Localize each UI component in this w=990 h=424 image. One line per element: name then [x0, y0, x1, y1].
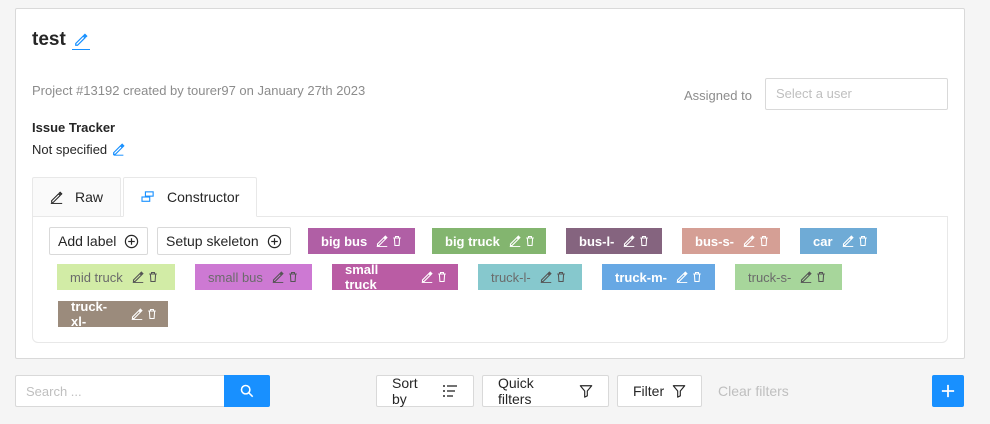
add-label-button[interactable]: Add label: [49, 227, 149, 255]
project-title: test: [32, 29, 66, 50]
assigned-to-label: Assigned to: [684, 88, 752, 103]
sort-icon: [442, 384, 458, 398]
edit-icon[interactable]: [540, 271, 552, 283]
setup-skeleton-button[interactable]: Setup skeleton: [157, 227, 291, 255]
sort-by-label: Sort by: [392, 375, 418, 407]
delete-icon[interactable]: [815, 271, 827, 283]
plus-circle-icon: [124, 234, 139, 249]
tab-raw-label: Raw: [75, 189, 104, 205]
project-meta: Project #13192 created by tourer97 on Ja…: [32, 83, 366, 98]
label-tag-name: big bus: [321, 233, 368, 249]
label-tag[interactable]: truck-s-: [735, 264, 842, 290]
tab-constructor-label: Constructor: [167, 189, 240, 205]
edit-icon[interactable]: [623, 235, 636, 247]
clear-filters-link[interactable]: Clear filters: [718, 383, 789, 399]
edit-icon[interactable]: [132, 271, 144, 283]
label-tag-name: car: [813, 233, 833, 249]
title-row: test: [32, 29, 90, 51]
edit-icon[interactable]: [743, 235, 755, 247]
label-tag[interactable]: bus-l-: [566, 228, 662, 254]
delete-icon[interactable]: [287, 271, 299, 283]
label-tag-name: bus-l-: [579, 233, 615, 249]
add-label-text: Add label: [58, 233, 117, 249]
edit-icon[interactable]: [800, 271, 813, 283]
label-tag-name: small truck: [345, 262, 379, 292]
tabs: Raw Constructor: [32, 177, 259, 217]
plus-icon: [941, 384, 955, 398]
edit-icon[interactable]: [509, 235, 521, 247]
filter-icon: [672, 384, 686, 398]
label-tag[interactable]: big truck: [432, 228, 546, 254]
edit-tracker-icon[interactable]: [112, 143, 125, 156]
quick-filters-button[interactable]: Quick filters: [482, 375, 609, 407]
label-tag-name: truck-xl-: [71, 299, 108, 329]
setup-skeleton-text: Setup skeleton: [166, 233, 259, 249]
label-tag-name: big truck: [445, 233, 500, 249]
assignee-select[interactable]: Select a user: [765, 78, 948, 110]
delete-icon[interactable]: [146, 308, 158, 320]
issue-tracker-text: Not specified: [32, 142, 108, 157]
search-input[interactable]: Search ...: [15, 375, 225, 407]
delete-icon[interactable]: [524, 235, 536, 247]
delete-icon[interactable]: [391, 235, 403, 247]
label-tag-name: truck-l-: [491, 269, 531, 285]
tab-raw[interactable]: Raw: [32, 177, 122, 217]
edit-icon[interactable]: [376, 235, 388, 247]
edit-icon[interactable]: [272, 271, 284, 283]
label-tag[interactable]: bus-s-: [682, 228, 780, 254]
label-tag[interactable]: big bus: [308, 228, 415, 254]
edit-icon[interactable]: [421, 271, 433, 283]
quick-filters-label: Quick filters: [498, 375, 534, 407]
add-button[interactable]: [932, 375, 964, 407]
plus-circle-icon: [267, 234, 282, 249]
delete-icon[interactable]: [147, 271, 159, 283]
project-card: test Project #13192 created by tourer97 …: [15, 8, 965, 359]
search-icon: [240, 384, 254, 398]
filter-label: Filter: [633, 383, 665, 399]
delete-icon[interactable]: [555, 271, 567, 283]
label-tag-name: mid truck: [70, 269, 123, 285]
label-tag[interactable]: truck-l-: [478, 264, 582, 290]
label-tag-name: truck-s-: [748, 269, 792, 285]
edit-icon: [50, 190, 63, 204]
delete-icon[interactable]: [638, 235, 650, 247]
label-tag[interactable]: truck-xl-: [58, 299, 168, 329]
issue-tracker-label: Issue Tracker: [32, 120, 116, 135]
label-tag[interactable]: small bus: [195, 264, 312, 290]
label-tag[interactable]: mid truck: [57, 264, 175, 290]
edit-icon[interactable]: [842, 235, 854, 247]
delete-icon[interactable]: [857, 235, 869, 247]
label-tag-name: bus-s-: [695, 233, 734, 249]
issue-tracker-value: Not specified: [32, 142, 125, 157]
label-tag[interactable]: truck-m-: [602, 264, 715, 290]
label-tag-name: small bus: [208, 269, 263, 285]
filter-button[interactable]: Filter: [617, 375, 702, 407]
edit-title-icon[interactable]: [71, 30, 90, 50]
edit-icon[interactable]: [676, 271, 688, 283]
search-button[interactable]: [224, 375, 270, 407]
label-tag-name: truck-m-: [615, 269, 668, 285]
sort-by-button[interactable]: Sort by: [376, 375, 474, 407]
filter-icon: [579, 384, 593, 398]
edit-icon[interactable]: [131, 308, 143, 320]
label-tag[interactable]: small truck: [332, 262, 458, 292]
label-tag[interactable]: car: [800, 228, 877, 254]
delete-icon[interactable]: [758, 235, 770, 247]
delete-icon[interactable]: [436, 271, 448, 283]
tab-constructor[interactable]: Constructor: [123, 177, 258, 217]
build-icon: [141, 191, 155, 203]
delete-icon[interactable]: [691, 271, 703, 283]
